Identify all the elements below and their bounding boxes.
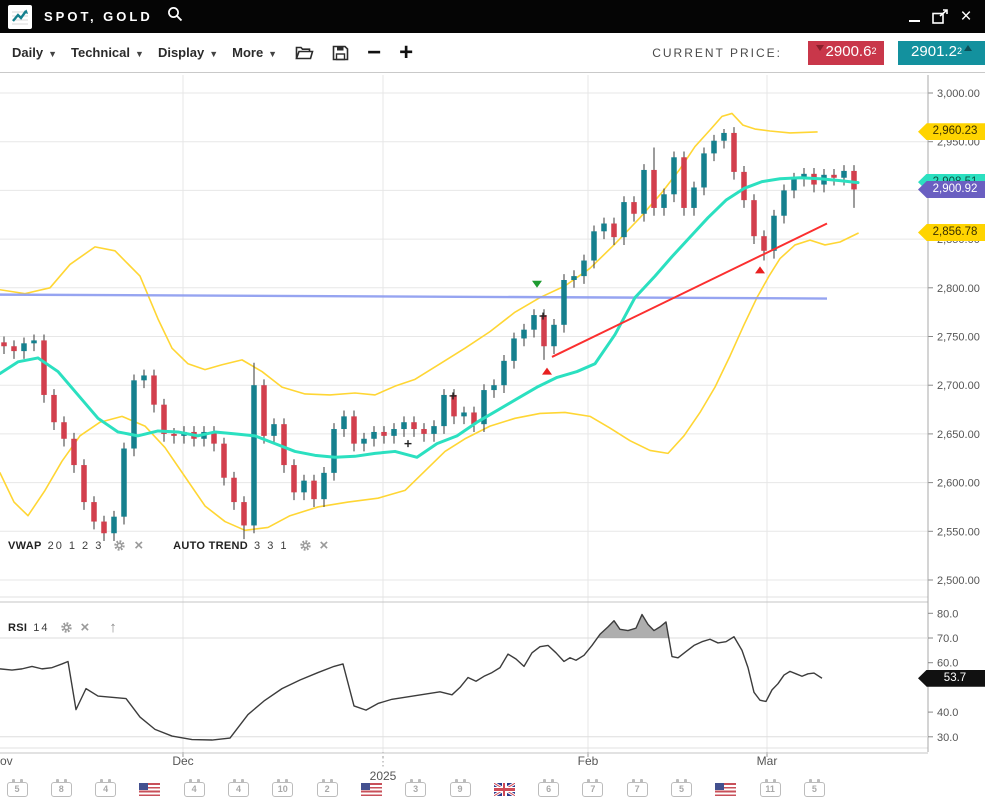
autotrend-remove-icon[interactable]: × (320, 539, 329, 552)
svg-text:80.0: 80.0 (937, 608, 958, 620)
rsi-settings-gear-icon[interactable] (60, 621, 73, 634)
price-gridlines: 3,000.002,950.002,900.002,850.002,800.00… (0, 88, 980, 587)
price-chart-svg[interactable]: 3,000.002,950.002,900.002,850.002,800.00… (0, 73, 985, 805)
rsi-move-up-icon[interactable]: ↑ (109, 619, 117, 636)
svg-text:2,550.00: 2,550.00 (937, 526, 980, 538)
calendar-event-icon[interactable]: 7 (627, 782, 648, 797)
close-button[interactable]: × (953, 5, 979, 29)
calendar-event-icon[interactable]: 4 (184, 782, 205, 797)
sell-signal-triangle-icon (532, 281, 542, 288)
x-axis-label-dec: Dec (172, 754, 193, 768)
calendar-event-icon[interactable]: 10 (272, 782, 293, 797)
price-up-arrow-icon (964, 45, 972, 51)
title-bar: SPOT, GOLD × (0, 0, 985, 33)
rsi-indicator-params: 14 (33, 622, 49, 634)
bid-price-badge: 2900.62 (808, 41, 884, 65)
calendar-event-icon[interactable]: 11 (760, 782, 781, 797)
vwap-indicator-params: 20 1 2 3 (48, 540, 104, 552)
instrument-title: SPOT, GOLD (44, 9, 153, 24)
vwap-lower-band (0, 233, 858, 530)
chevron-down-icon: ▼ (48, 49, 57, 59)
svg-text:60.0: 60.0 (937, 658, 958, 670)
rsi-line (0, 615, 822, 740)
calendar-event-icon[interactable]: 3 (405, 782, 426, 797)
calendar-event-icon[interactable]: 9 (450, 782, 471, 797)
rsi-overbought-fill (0, 615, 822, 740)
calendar-event-icon[interactable]: 6 (538, 782, 559, 797)
vwap-settings-gear-icon[interactable] (113, 539, 126, 552)
x-axis-label-feb: Feb (578, 754, 599, 768)
svg-text:2,800.00: 2,800.00 (937, 283, 980, 295)
save-icon[interactable] (332, 45, 349, 61)
toolbar: Daily ▼ Technical ▼ Display ▼ More ▼ (0, 33, 985, 73)
trade-markers (405, 266, 766, 447)
svg-text:40.0: 40.0 (937, 707, 958, 719)
zoom-in-button[interactable]: + (399, 43, 413, 63)
calendar-event-icon[interactable]: 5 (804, 782, 825, 797)
rsi-gridlines: 80.0 70.0 60.0 40.0 30.0 (0, 608, 958, 744)
vwap-indicator-label: VWAP (8, 540, 42, 552)
svg-text:2,750.00: 2,750.00 (937, 332, 980, 344)
svg-text:2,600.00: 2,600.00 (937, 478, 980, 490)
vwap-anchor-line (0, 295, 827, 299)
indicator-row-overlays: VWAP 20 1 2 3 × AUTO TREND 3 3 1 × (8, 538, 328, 553)
vwap-upper-band (0, 113, 817, 394)
x-axis-label-2025: 2025 (370, 769, 397, 783)
svg-text:30.0: 30.0 (937, 732, 958, 744)
chevron-down-icon: ▼ (135, 49, 144, 59)
menu-more[interactable]: More ▼ (232, 45, 277, 60)
autotrend-indicator-label: AUTO TREND (173, 540, 248, 552)
candles-layer (1, 127, 857, 541)
us-flag-event-icon[interactable] (715, 783, 736, 796)
svg-text:2,700.00: 2,700.00 (937, 380, 980, 392)
minimize-button[interactable] (901, 5, 927, 29)
auto-trend-ma (0, 178, 858, 458)
price-axis-badge: 2,960.23 (918, 123, 985, 140)
autotrend-indicator-params: 3 3 1 (254, 540, 288, 552)
autotrend-settings-gear-icon[interactable] (299, 539, 312, 552)
calendar-event-icon[interactable]: 7 (582, 782, 603, 797)
calendar-event-icon[interactable]: 2 (317, 782, 338, 797)
price-axis-badge: 2,900.92 (918, 181, 985, 198)
buy-signal-triangle-icon (755, 266, 765, 273)
us-flag-event-icon[interactable] (361, 783, 382, 796)
ask-price-badge: 2901.22 (898, 41, 985, 65)
indicator-row-rsi: RSI 14 × ↑ (8, 620, 117, 635)
popout-window-button[interactable] (927, 5, 953, 29)
chevron-down-icon: ▼ (209, 49, 218, 59)
svg-text:3,000.00: 3,000.00 (937, 88, 980, 100)
menu-daily[interactable]: Daily ▼ (12, 45, 57, 60)
calendar-event-icon[interactable]: 8 (51, 782, 72, 797)
calendar-event-icon[interactable]: 5 (671, 782, 692, 797)
svg-text:2,500.00: 2,500.00 (937, 575, 980, 587)
calendar-event-icon[interactable]: 5 (7, 782, 28, 797)
rsi-value-badge: 53.7 (918, 670, 985, 687)
us-flag-event-icon[interactable] (139, 783, 160, 796)
calendar-event-icon[interactable]: 4 (95, 782, 116, 797)
rsi-indicator-label: RSI (8, 622, 27, 634)
trading-app-window: SPOT, GOLD × Daily ▼ Technical ▼ (0, 0, 985, 805)
search-icon[interactable] (167, 6, 183, 27)
app-logo-icon (8, 5, 32, 29)
open-folder-icon[interactable] (295, 45, 314, 61)
x-axis-label-nov: Nov (0, 754, 13, 768)
uk-flag-event-icon[interactable] (494, 783, 515, 796)
svg-text:70.0: 70.0 (937, 633, 958, 645)
zoom-out-button[interactable]: − (367, 43, 381, 63)
x-axis-label-mar: Mar (757, 754, 778, 768)
rsi-remove-icon[interactable]: × (81, 621, 90, 634)
chart-area[interactable]: 3,000.002,950.002,900.002,850.002,800.00… (0, 73, 985, 805)
current-price-label: CURRENT PRICE: (652, 46, 782, 60)
buy-signal-triangle-icon (542, 368, 552, 375)
price-down-arrow-icon (816, 45, 824, 51)
menu-technical[interactable]: Technical ▼ (71, 45, 144, 60)
svg-text:2,650.00: 2,650.00 (937, 429, 980, 441)
menu-display[interactable]: Display ▼ (158, 45, 218, 60)
calendar-event-icon[interactable]: 4 (228, 782, 249, 797)
vwap-remove-icon[interactable]: × (134, 539, 143, 552)
chevron-down-icon: ▼ (268, 49, 277, 59)
price-axis-badge: 2,856.78 (918, 224, 985, 241)
